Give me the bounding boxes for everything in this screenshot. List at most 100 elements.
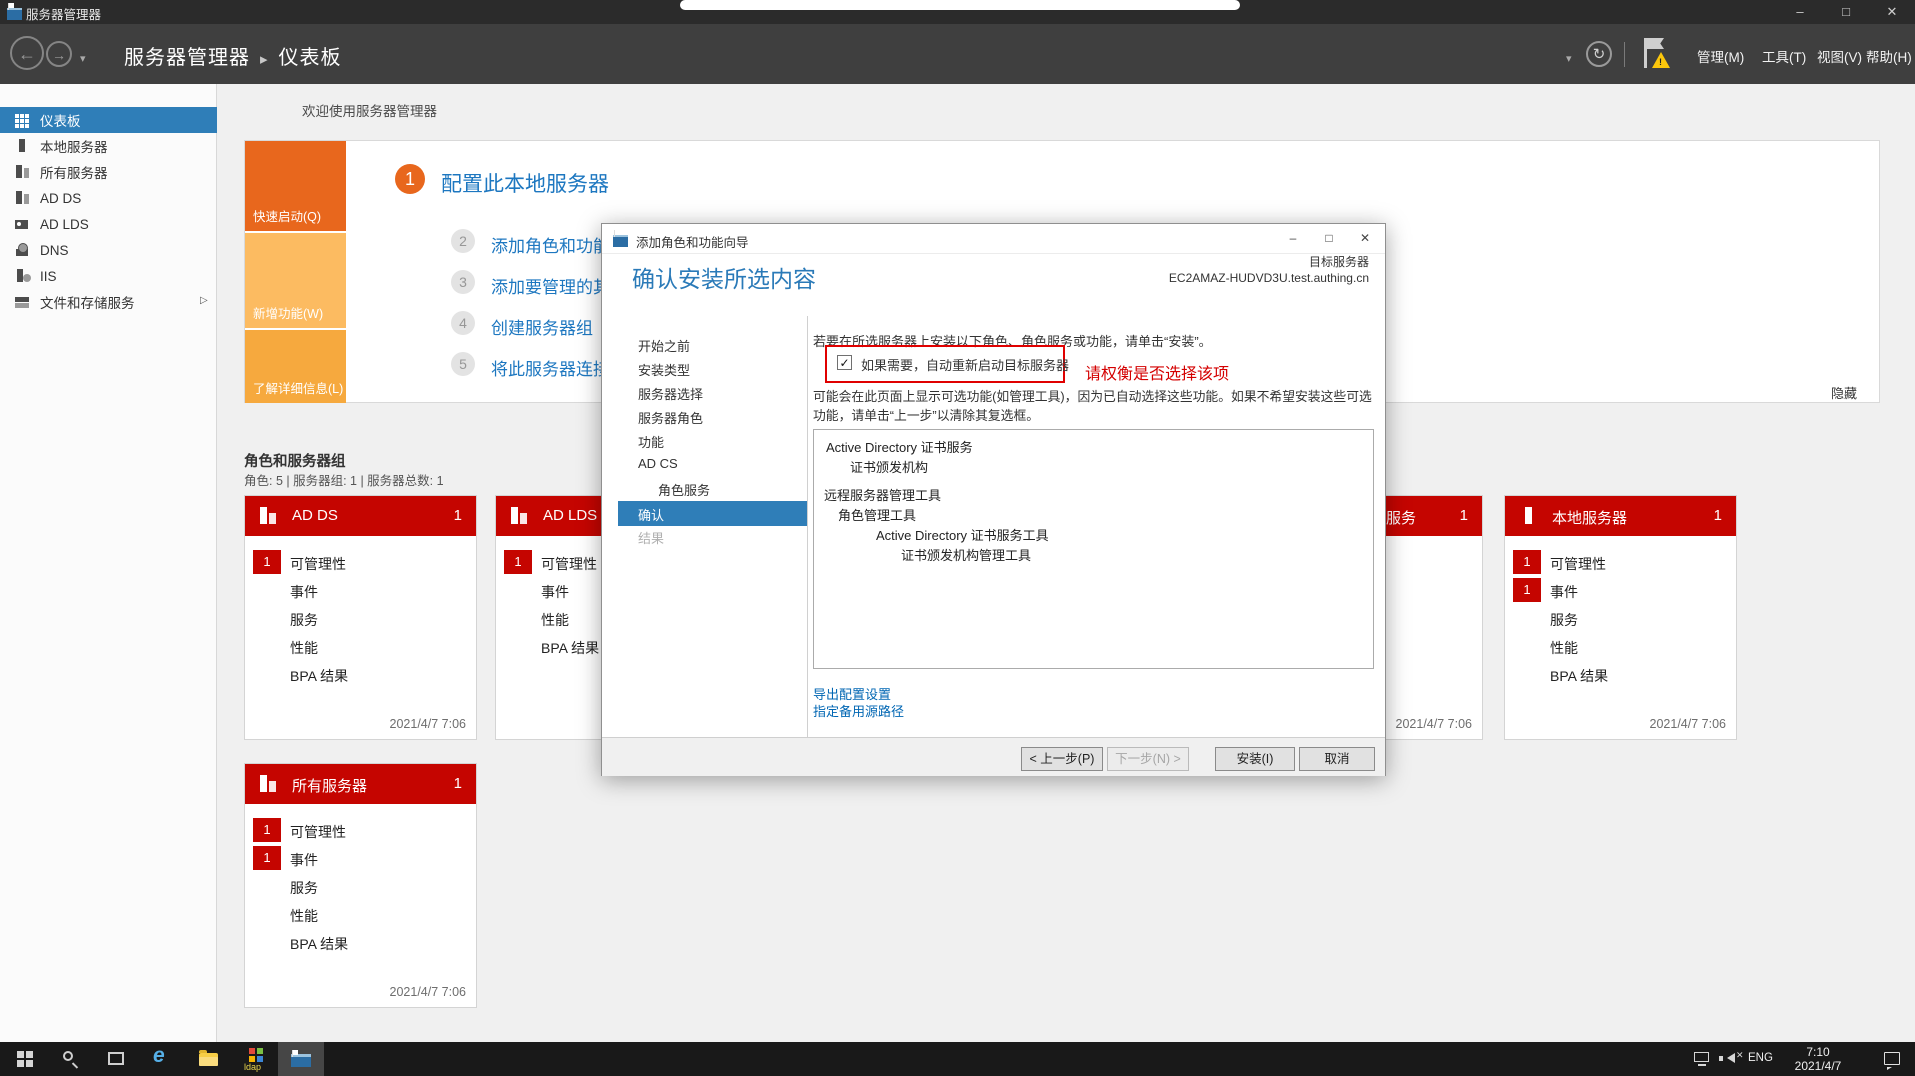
- refresh-caret-icon[interactable]: ▾: [1566, 52, 1572, 65]
- next-button: 下一步(N) >: [1107, 747, 1189, 771]
- back-button[interactable]: ←: [10, 36, 44, 70]
- taskbar-search-button[interactable]: [48, 1042, 94, 1076]
- tile-row[interactable]: BPA 结果: [245, 930, 476, 956]
- selection-item[interactable]: 角色管理工具: [838, 506, 1363, 526]
- dialog-minimize-button[interactable]: –: [1275, 224, 1311, 253]
- notifications-flag-button[interactable]: !: [1642, 38, 1672, 70]
- tile-row[interactable]: BPA 结果: [1505, 662, 1736, 688]
- tile-row[interactable]: 性能: [1505, 634, 1736, 660]
- sidebar-item-dashboard[interactable]: 仪表板: [0, 107, 217, 133]
- sidebar-item-dns[interactable]: DNS: [0, 237, 217, 263]
- tile-row[interactable]: 性能: [245, 902, 476, 928]
- selection-item[interactable]: 证书颁发机构: [850, 458, 1363, 478]
- whats-new-strip[interactable]: 新增功能(W): [245, 233, 346, 328]
- tile-all-servers[interactable]: 所有服务器 1 1 可管理性 1 事件 服务 性能 BPA 结果 2021/4/7 …: [244, 763, 477, 1008]
- hide-link[interactable]: 隐藏: [1831, 383, 1857, 402]
- menu-view[interactable]: 视图(V): [1817, 46, 1862, 66]
- tile-row[interactable]: 1 可管理性: [1505, 550, 1736, 576]
- menu-help[interactable]: 帮助(H): [1866, 46, 1912, 66]
- tile-row[interactable]: BPA 结果: [245, 662, 476, 688]
- file-explorer-button[interactable]: [186, 1042, 232, 1076]
- sidebar-item-ad-lds[interactable]: AD LDS: [0, 211, 217, 237]
- cancel-button[interactable]: 取消: [1299, 747, 1375, 771]
- tile-row[interactable]: 服务: [1505, 606, 1736, 632]
- step-5-number: 5: [451, 352, 475, 376]
- sidebar-item-ad-ds[interactable]: AD DS: [0, 185, 217, 211]
- wizard-step-server-selection[interactable]: 服务器选择: [638, 384, 703, 403]
- task-view-button[interactable]: [94, 1042, 140, 1076]
- wizard-step-confirmation[interactable]: 确认: [618, 501, 807, 526]
- ldap-app-label: ldap: [244, 1062, 262, 1072]
- learn-more-strip[interactable]: 了解详细信息(L): [245, 330, 346, 403]
- quick-start-strip[interactable]: 快速启动(Q): [245, 141, 346, 231]
- close-button[interactable]: ✕: [1869, 0, 1915, 24]
- tile-row[interactable]: 1 可管理性: [245, 550, 476, 576]
- target-server-block: 目标服务器 EC2AMAZ-HUDVD3U.test.authing.cn: [1169, 254, 1369, 286]
- menu-manage[interactable]: 管理(M): [1697, 46, 1744, 66]
- selection-item[interactable]: Active Directory 证书服务工具: [876, 526, 1363, 546]
- sidebar-item-all-servers[interactable]: 所有服务器: [0, 159, 217, 185]
- wizard-step-role-services[interactable]: 角色服务: [658, 480, 710, 499]
- tile-row[interactable]: 事件: [245, 578, 476, 604]
- tile-row[interactable]: 性能: [245, 634, 476, 660]
- dialog-close-button[interactable]: ✕: [1347, 224, 1383, 253]
- taskbar: e ldap ✕ ENG 7:10 2021/4/7: [0, 1042, 1915, 1076]
- step-4-link[interactable]: 创建服务器组: [491, 314, 593, 339]
- internet-explorer-button[interactable]: e: [140, 1042, 186, 1076]
- tile-row[interactable]: 1 事件: [245, 846, 476, 872]
- tile-count: 1: [1459, 507, 1468, 524]
- forward-button[interactable]: →: [46, 41, 72, 67]
- navbar: ← → ▾ 服务器管理器 ▸ 仪表板 ▾ ↻ ! 管理(M) 工具(T) 视图(V)…: [0, 24, 1915, 84]
- wizard-step-server-roles[interactable]: 服务器角色: [638, 408, 703, 427]
- alternate-source-link[interactable]: 指定备用源路径: [813, 701, 904, 720]
- tile-row[interactable]: 服务: [245, 606, 476, 632]
- wizard-step-before-begin[interactable]: 开始之前: [638, 336, 690, 355]
- alert-badge: 1: [253, 846, 281, 870]
- tile-local-server[interactable]: 本地服务器 1 1 可管理性 1 事件 服务 性能 BPA 结果 2021/4/7 …: [1504, 495, 1737, 740]
- tile-row[interactable]: 1 事件: [1505, 578, 1736, 604]
- selection-item[interactable]: Active Directory 证书服务: [826, 438, 1363, 458]
- server-manager-taskbar-button[interactable]: [278, 1042, 324, 1076]
- history-caret-icon[interactable]: ▾: [80, 52, 86, 65]
- wizard-icon: [613, 230, 628, 247]
- selection-item[interactable]: 远程服务器管理工具: [824, 486, 1363, 506]
- menu-tools[interactable]: 工具(T): [1762, 46, 1806, 66]
- dialog-maximize-button[interactable]: □: [1311, 224, 1347, 253]
- breadcrumb-current[interactable]: 仪表板: [279, 47, 342, 69]
- step-4-number: 4: [451, 311, 475, 335]
- ldap-app-button[interactable]: ldap: [232, 1042, 278, 1076]
- dialog-nav-divider: [807, 316, 808, 738]
- refresh-button[interactable]: ↻: [1586, 41, 1612, 67]
- step-2-link[interactable]: 添加角色和功能: [491, 232, 610, 257]
- action-center-icon[interactable]: [1884, 1052, 1900, 1065]
- maximize-button[interactable]: □: [1823, 0, 1869, 24]
- start-button[interactable]: [2, 1042, 48, 1076]
- selected-items-listbox[interactable]: Active Directory 证书服务 证书颁发机构 远程服务器管理工具 角…: [813, 429, 1374, 669]
- tile-ad-ds[interactable]: AD DS 1 1 可管理性 事件 服务 性能 BPA 结果 2021/4/7 7…: [244, 495, 477, 740]
- volume-muted-icon[interactable]: [1719, 1053, 1735, 1063]
- wizard-step-install-type[interactable]: 安装类型: [638, 360, 690, 379]
- step-1-link[interactable]: 配置此本地服务器: [441, 168, 609, 198]
- expand-arrow-icon[interactable]: ▷: [200, 295, 208, 306]
- clock[interactable]: 7:10 2021/4/7: [1778, 1045, 1858, 1073]
- folder-icon: [199, 1050, 218, 1066]
- sidebar-item-local-server[interactable]: 本地服务器: [0, 133, 217, 159]
- selection-item[interactable]: 证书颁发机构管理工具: [901, 546, 1363, 566]
- wizard-step-features[interactable]: 功能: [638, 432, 664, 451]
- network-tray-icon[interactable]: [1694, 1052, 1709, 1066]
- sidebar-item-file-storage[interactable]: 文件和存储服务 ▷: [0, 289, 217, 315]
- restart-checkbox[interactable]: ✓: [837, 355, 852, 370]
- breadcrumb-root[interactable]: 服务器管理器: [124, 47, 250, 69]
- dialog-titlebar[interactable]: 添加角色和功能向导 – □ ✕: [602, 224, 1385, 254]
- restart-checkbox-label[interactable]: 如果需要，自动重新启动目标服务器: [861, 355, 1069, 374]
- server-icon: [14, 138, 30, 154]
- language-indicator[interactable]: ENG: [1748, 1052, 1773, 1064]
- install-button[interactable]: 安装(I): [1215, 747, 1295, 771]
- wizard-step-ad-cs[interactable]: AD CS: [638, 456, 678, 471]
- previous-button[interactable]: < 上一步(P): [1021, 747, 1103, 771]
- minimize-button[interactable]: –: [1777, 0, 1823, 24]
- tile-row[interactable]: 1 可管理性: [245, 818, 476, 844]
- tile-row[interactable]: 服务: [245, 874, 476, 900]
- sidebar-item-iis[interactable]: IIS: [0, 263, 217, 289]
- tile-date: 2021/4/7 7:06: [389, 717, 466, 731]
